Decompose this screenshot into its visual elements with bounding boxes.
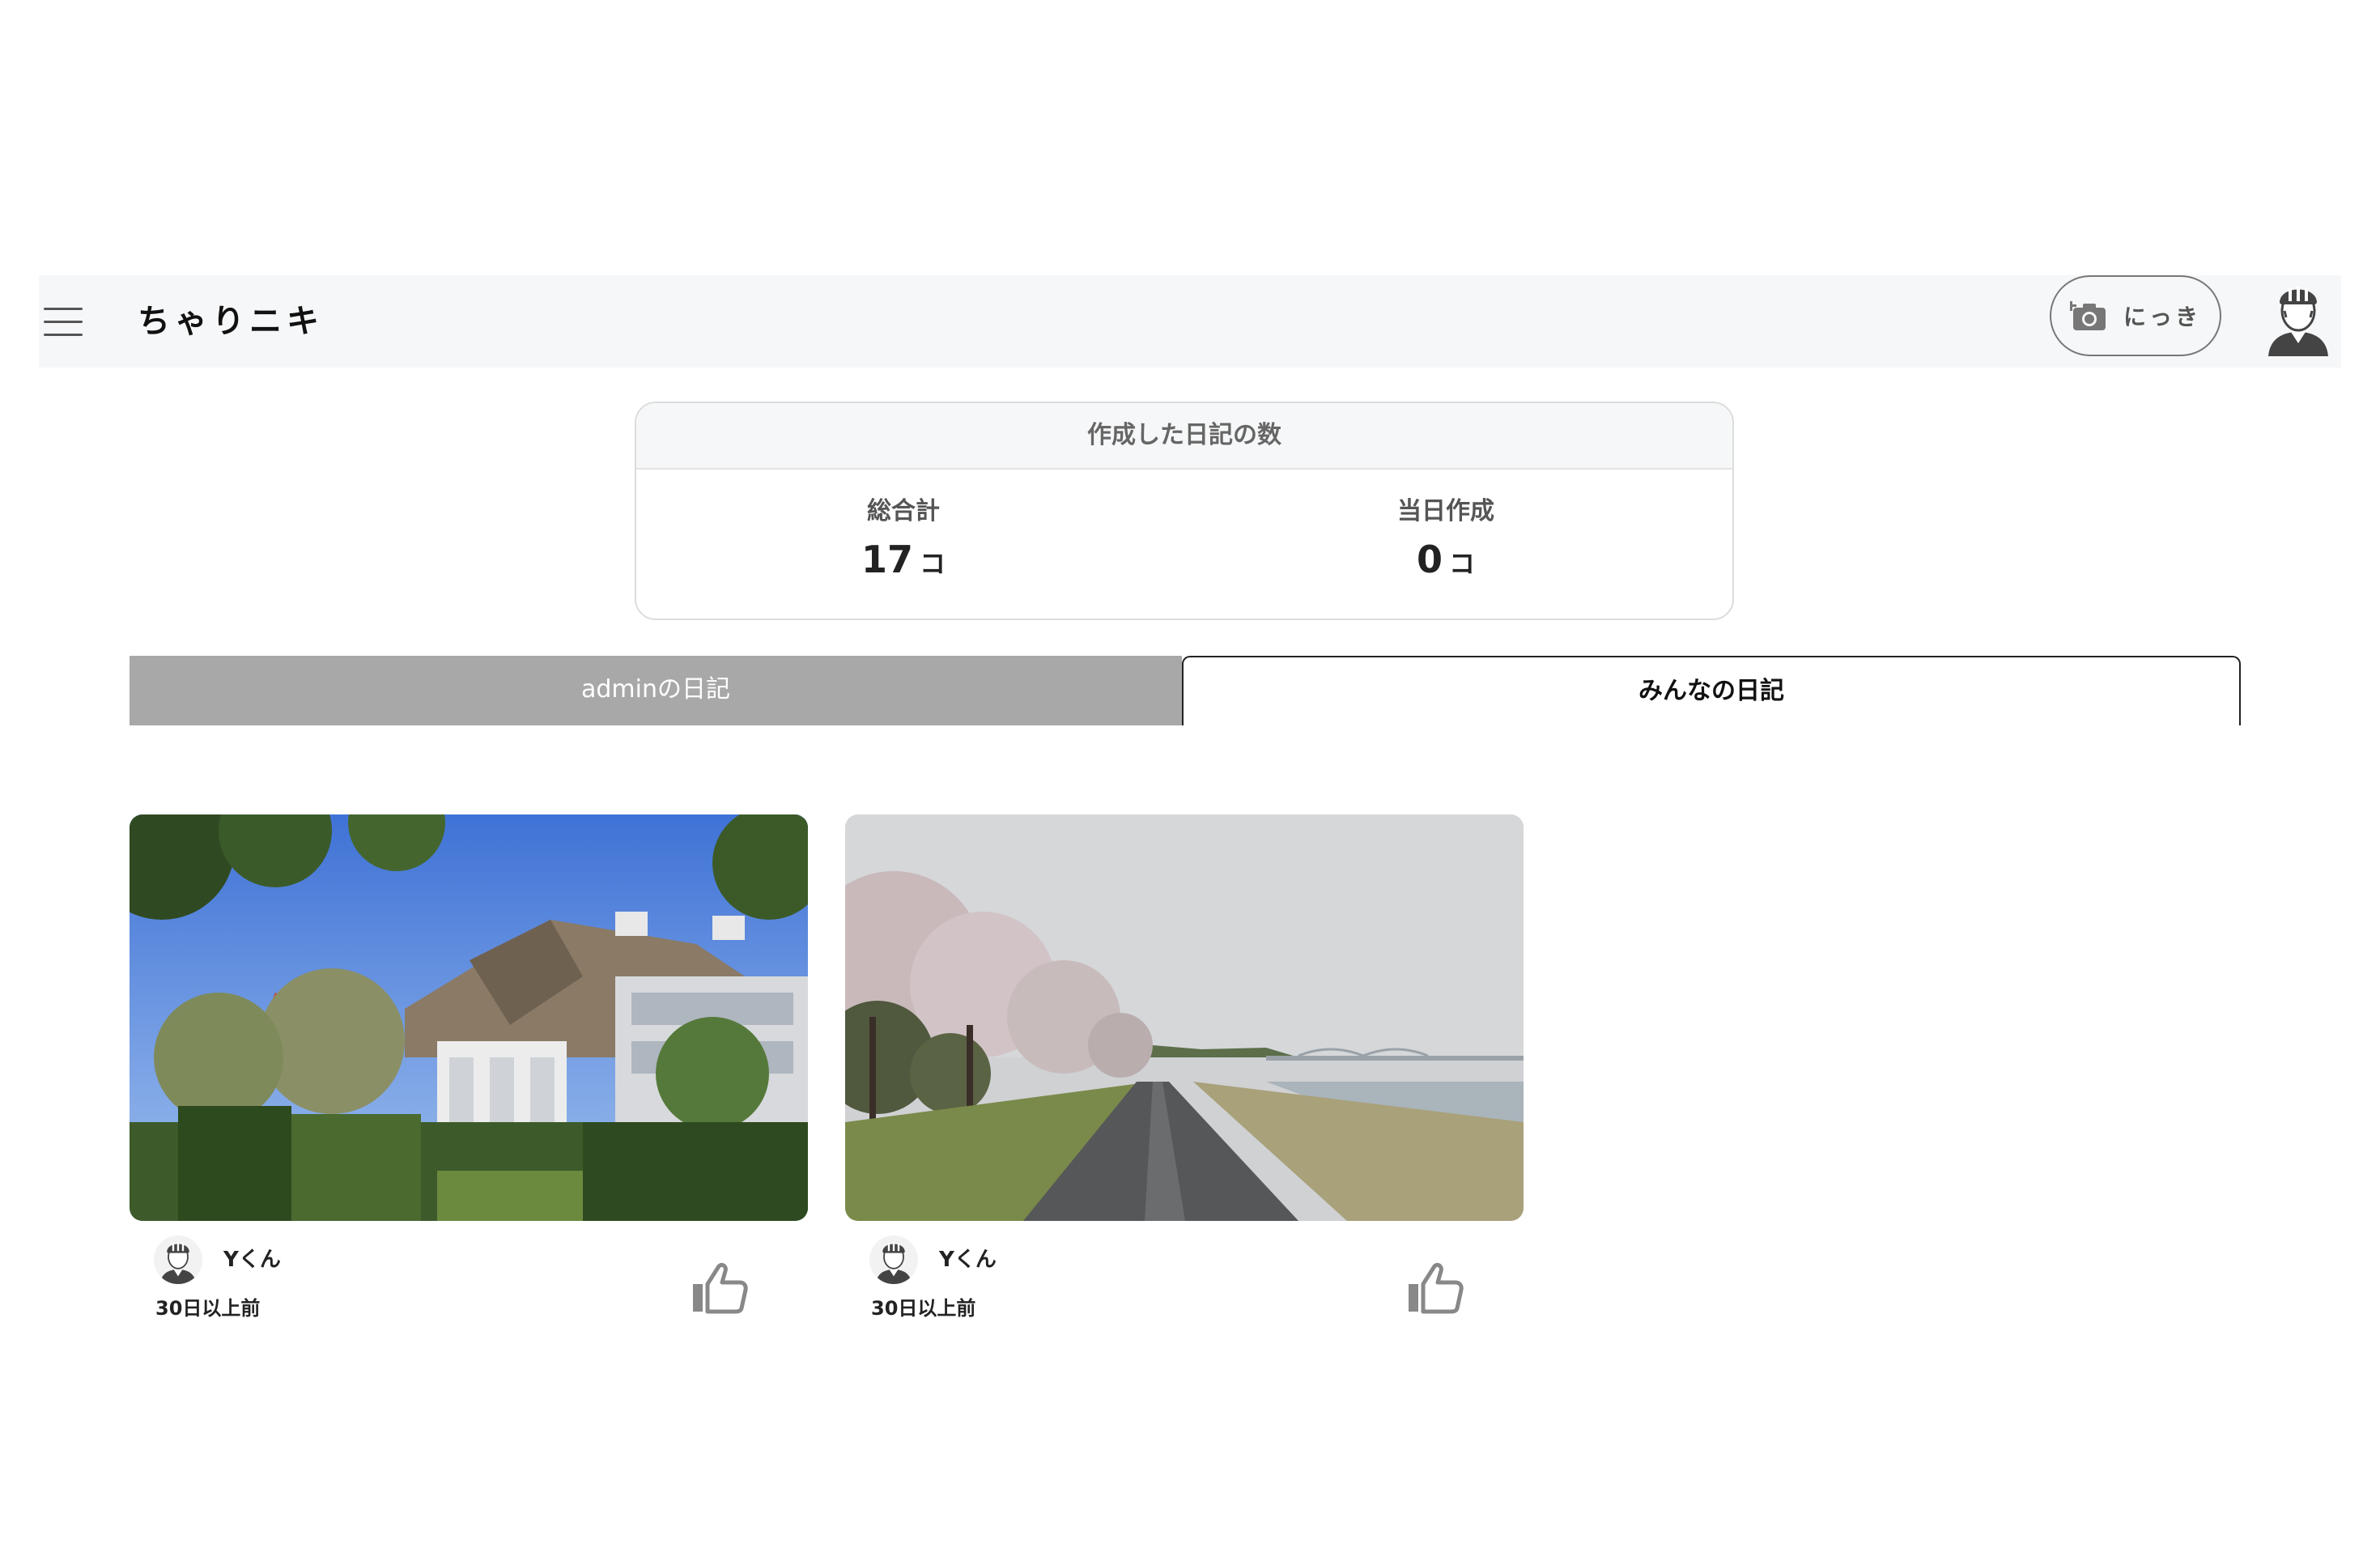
today-count-unit: コ — [1449, 548, 1476, 579]
diary-count-card: 作成した日記の数 総合計 17 コ 当日作成 0コ — [635, 402, 1734, 620]
cyclist-helmet-avatar-icon — [159, 1242, 197, 1284]
app-header: ちゃりニキ にっき — [39, 275, 2341, 368]
thumbs-up-icon — [1409, 1262, 1464, 1314]
cyclist-helmet-avatar-icon — [875, 1242, 912, 1284]
hamburger-menu-icon[interactable] — [44, 295, 84, 348]
thumbs-up-icon — [693, 1262, 748, 1314]
diary-post-photo[interactable] — [130, 814, 808, 1221]
camera-add-icon — [2069, 301, 2106, 330]
post-timestamp: 30日以上前 — [155, 1297, 261, 1320]
post-timestamp: 30日以上前 — [871, 1297, 976, 1320]
app-logo[interactable]: ちゃりニキ — [138, 295, 324, 348]
diary-tabs: adminの日記 みんなの日記 — [130, 656, 2241, 725]
today-count-value: 0 — [1416, 538, 1443, 581]
like-button[interactable] — [690, 1260, 748, 1318]
user-avatar[interactable] — [2262, 275, 2335, 356]
like-button[interactable] — [1405, 1260, 1464, 1318]
tab-everyone-diary[interactable]: みんなの日記 — [1182, 656, 2241, 725]
total-count-unit: コ — [920, 548, 946, 579]
total-count-stat: 総合計 17 コ — [742, 494, 1065, 581]
diary-post-card: Yくん 30日以上前 — [845, 814, 1524, 1333]
post-author-avatar[interactable] — [869, 1235, 918, 1284]
today-count-stat: 当日作成 0コ — [1284, 494, 1608, 581]
new-diary-button-label: にっき — [2123, 304, 2201, 330]
post-author-avatar[interactable] — [154, 1235, 202, 1284]
cyclist-helmet-avatar-icon — [2268, 287, 2328, 356]
total-count-label: 総合計 — [867, 497, 940, 525]
new-diary-button[interactable]: にっき — [2050, 275, 2221, 356]
diary-post-photo[interactable] — [845, 814, 1524, 1221]
post-author-name[interactable]: Yくん — [223, 1242, 281, 1278]
today-count-label: 当日作成 — [1397, 497, 1494, 525]
tab-admin-diary[interactable]: adminの日記 — [130, 656, 1182, 725]
diary-post-card: Yくん 30日以上前 — [130, 814, 808, 1333]
diary-count-title: 作成した日記の数 — [636, 403, 1732, 470]
post-author-name[interactable]: Yくん — [939, 1242, 997, 1278]
total-count-value: 17 — [861, 538, 913, 581]
